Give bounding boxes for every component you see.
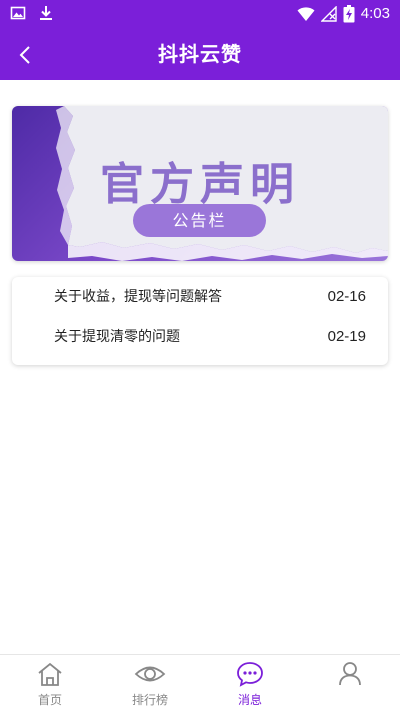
battery-charging-icon — [343, 5, 355, 23]
tab-label: 排行榜 — [131, 693, 168, 707]
notice-item[interactable]: 关于收益，提现等问题解答 02-16 — [12, 277, 388, 317]
tab-label: 首页 — [37, 693, 62, 707]
no-signal-icon — [320, 6, 337, 22]
bottom-tab-bar: 首页 排行榜 消息 — [0, 654, 400, 711]
app-bar: 抖抖云赞 — [0, 28, 400, 80]
banner-title: 官方声明 — [100, 159, 300, 210]
wifi-icon — [297, 7, 315, 21]
page-title: 抖抖云赞 — [158, 42, 242, 66]
chevron-left-icon — [19, 46, 30, 64]
user-icon — [339, 662, 361, 686]
chat-icon — [237, 662, 263, 687]
tab-home[interactable]: 首页 — [0, 655, 100, 711]
home-icon — [38, 662, 62, 686]
tab-messages[interactable]: 消息 — [200, 655, 300, 711]
tab-label: 消息 — [237, 693, 262, 707]
status-bar: 4:03 — [0, 0, 400, 28]
announcement-banner[interactable]: 官方声明 公告栏 — [12, 106, 388, 261]
notice-title: 关于收益，提现等问题解答 — [54, 289, 222, 305]
download-icon — [40, 6, 52, 20]
clock: 4:03 — [360, 5, 390, 22]
image-notification-icon — [10, 6, 26, 20]
tab-ranking[interactable]: 排行榜 — [100, 655, 200, 711]
notice-list: 关于收益，提现等问题解答 02-16 关于提现清零的问题 02-19 — [12, 277, 388, 365]
back-button[interactable] — [10, 40, 40, 70]
eye-icon — [134, 666, 166, 682]
notice-title: 关于提现清零的问题 — [54, 329, 180, 345]
notice-date: 02-19 — [327, 328, 366, 345]
notice-date: 02-16 — [327, 288, 366, 305]
notice-item[interactable]: 关于提现清零的问题 02-19 — [12, 317, 388, 357]
tab-profile[interactable] — [300, 655, 400, 711]
bulletin-board-badge: 公告栏 — [133, 204, 266, 237]
